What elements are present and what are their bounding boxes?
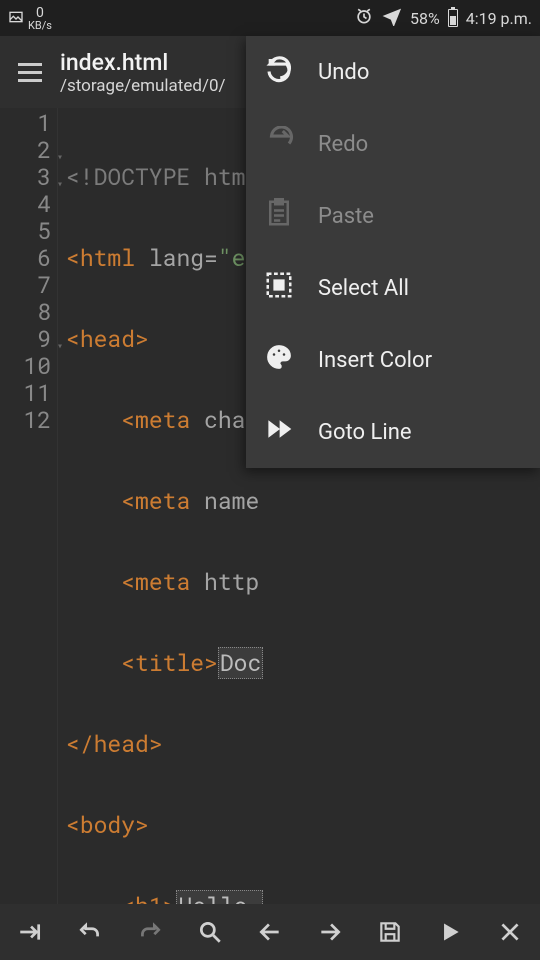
menu-label: Undo <box>318 60 369 85</box>
token: > <box>204 648 218 678</box>
menu-insert-color[interactable]: Insert Color <box>246 324 540 396</box>
net-unit: KB/s <box>28 20 52 31</box>
line-number: 9 <box>0 326 51 353</box>
token: meta <box>135 567 190 597</box>
context-menu: Undo Redo Paste Select All Insert Color … <box>246 36 540 468</box>
token: head <box>94 729 149 759</box>
status-left: 0 KB/s <box>8 6 52 31</box>
close-icon[interactable] <box>490 912 530 952</box>
token: </ <box>66 729 94 759</box>
line-number: 2 <box>0 137 51 164</box>
undo-icon[interactable] <box>70 912 110 952</box>
line-gutter: 1 2 3 4 5 6 7 8 9 10 11 12 <box>0 108 58 904</box>
token: head <box>80 324 135 354</box>
line-number: 5 <box>0 218 51 245</box>
menu-goto-line[interactable]: Goto Line <box>246 396 540 468</box>
line-number: 6 <box>0 245 51 272</box>
menu-paste[interactable]: Paste <box>246 180 540 252</box>
menu-label: Paste <box>318 204 374 229</box>
token: > <box>135 810 149 840</box>
menu-label: Goto Line <box>318 420 412 445</box>
line-number: 3 <box>0 164 51 191</box>
back-icon[interactable] <box>250 912 290 952</box>
token: < <box>66 324 80 354</box>
token: lang <box>135 243 204 273</box>
token: http <box>190 567 259 597</box>
token: > <box>163 891 177 904</box>
fast-forward-icon <box>264 414 294 450</box>
menu-label: Redo <box>318 132 368 157</box>
token: > <box>135 324 149 354</box>
token: < <box>121 567 135 597</box>
token-selected: Hello <box>176 890 263 904</box>
battery-icon <box>448 9 458 27</box>
bottom-toolbar <box>0 904 540 960</box>
token: html <box>80 243 135 273</box>
indent-icon[interactable] <box>10 912 50 952</box>
token: meta <box>135 405 190 435</box>
select-all-icon <box>264 270 294 306</box>
image-icon <box>8 9 24 28</box>
line-number: 10 <box>0 353 51 380</box>
menu-label: Insert Color <box>318 348 432 373</box>
token: < <box>121 486 135 516</box>
token: body <box>80 810 135 840</box>
menu-undo[interactable]: Undo <box>246 36 540 108</box>
net-value: 0 <box>36 6 44 20</box>
line-number: 11 <box>0 380 51 407</box>
menu-label: Select All <box>318 276 409 301</box>
token: > <box>149 729 163 759</box>
token: < <box>121 891 135 904</box>
line-number: 12 <box>0 407 51 434</box>
token: meta <box>135 486 190 516</box>
token: < <box>66 810 80 840</box>
clock-time: 4:19 p.m. <box>466 9 532 28</box>
undo-icon <box>264 54 294 90</box>
airplane-icon <box>382 6 402 30</box>
token-selected: Doc <box>218 647 263 679</box>
line-number: 4 <box>0 191 51 218</box>
forward-icon[interactable] <box>310 912 350 952</box>
filepath: /storage/emulated/0/ <box>60 76 226 96</box>
token: < <box>121 405 135 435</box>
paste-icon <box>264 198 294 234</box>
filename: index.html <box>60 49 226 76</box>
alarm-icon <box>354 6 374 30</box>
menu-redo[interactable]: Redo <box>246 108 540 180</box>
line-number: 7 <box>0 272 51 299</box>
token: <!DOCTYPE html <box>66 162 259 192</box>
app-title: index.html /storage/emulated/0/ <box>60 49 226 96</box>
menu-icon[interactable] <box>8 50 52 94</box>
line-number: 8 <box>0 299 51 326</box>
redo-icon[interactable] <box>130 912 170 952</box>
redo-icon <box>264 126 294 162</box>
status-bar: 0 KB/s 58% 4:19 p.m. <box>0 0 540 36</box>
battery-percent: 58% <box>410 9 440 28</box>
search-icon[interactable] <box>190 912 230 952</box>
status-right: 58% 4:19 p.m. <box>354 6 532 30</box>
token: < <box>66 243 80 273</box>
save-icon[interactable] <box>370 912 410 952</box>
network-speed: 0 KB/s <box>28 6 52 31</box>
line-number: 1 <box>0 110 51 137</box>
token: title <box>135 648 204 678</box>
token: < <box>121 648 135 678</box>
palette-icon <box>264 342 294 378</box>
play-icon[interactable] <box>430 912 470 952</box>
token: name <box>190 486 259 516</box>
token: = <box>204 243 218 273</box>
token: h1 <box>135 891 163 904</box>
menu-select-all[interactable]: Select All <box>246 252 540 324</box>
